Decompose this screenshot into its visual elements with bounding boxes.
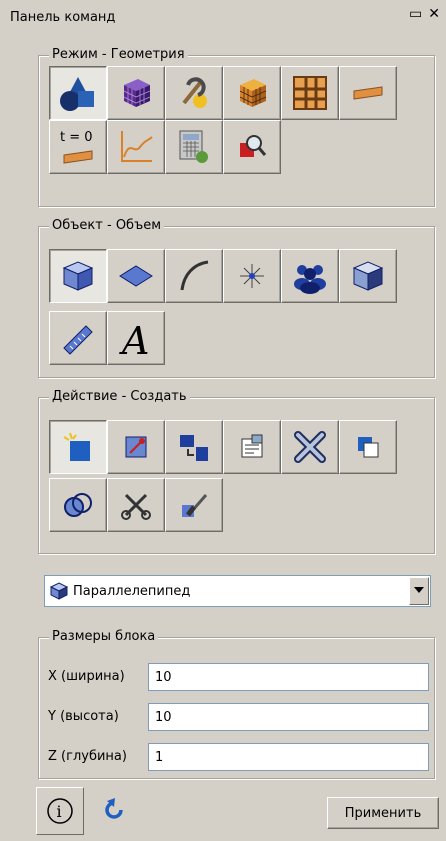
volume-button[interactable] <box>49 249 107 303</box>
modify-button[interactable] <box>107 420 165 474</box>
action-group-legend: Действие - Создать <box>49 389 190 404</box>
copy-icon <box>358 437 379 458</box>
geometry-shapes-icon <box>60 77 94 111</box>
object-group: Объект - Объем A <box>38 218 435 378</box>
measure-button[interactable] <box>49 311 107 365</box>
vertex-icon <box>240 264 264 288</box>
calculator-settings-icon <box>179 130 208 163</box>
text-a-icon: A <box>119 319 149 360</box>
time-zero-button[interactable]: t = 0 <box>49 120 107 174</box>
undo-arrow-icon <box>105 798 123 819</box>
cut-button[interactable] <box>107 478 165 532</box>
properties-button[interactable] <box>223 420 281 474</box>
panel-title: Панель команд <box>10 10 116 25</box>
close-icon[interactable]: ✕ <box>428 6 440 22</box>
box-icon <box>49 582 69 600</box>
geometry-mode-button[interactable] <box>49 66 107 120</box>
curve-button[interactable] <box>165 249 223 303</box>
block-dims-legend: Размеры блока <box>49 629 159 644</box>
zoom-inspect-icon <box>240 135 267 157</box>
boolean-button[interactable] <box>49 478 107 532</box>
copy-button[interactable] <box>339 420 397 474</box>
action-group: Действие - Создать <box>38 389 435 554</box>
dock-float-icon[interactable]: ▭ <box>409 6 422 22</box>
boolean-icon <box>64 493 92 517</box>
mode-group-legend: Режим - Геометрия <box>49 47 188 62</box>
delete-x-icon <box>294 431 326 463</box>
grid-frame-icon <box>293 76 327 110</box>
plot-button[interactable] <box>107 120 165 174</box>
text-button[interactable]: A <box>107 311 165 365</box>
volume-cube-icon <box>62 261 94 291</box>
chevron-down-icon <box>414 587 424 593</box>
mesh-mode-button[interactable] <box>107 66 165 120</box>
svg-text:A: A <box>119 319 149 360</box>
surface-button[interactable] <box>107 249 165 303</box>
y-height-label: Y (высота) <box>48 709 119 724</box>
plot-chart-icon <box>121 131 153 162</box>
properties-icon <box>241 434 263 458</box>
apply-button[interactable]: Применить <box>327 797 439 829</box>
cleanup-button[interactable] <box>165 478 223 532</box>
info-icon: i <box>47 798 73 824</box>
create-button[interactable] <box>49 420 107 474</box>
info-button[interactable]: i <box>36 787 84 835</box>
mesh-orange-mode-button[interactable] <box>223 66 281 120</box>
dropdown-arrow-button[interactable] <box>409 577 429 605</box>
calculator-button[interactable] <box>165 120 223 174</box>
time-zero-icon: t = 0 <box>60 130 93 164</box>
delete-button[interactable] <box>281 420 339 474</box>
orange-mesh-cube-icon <box>239 79 267 107</box>
surface-icon <box>119 265 153 287</box>
group-icon <box>294 265 326 294</box>
svg-text:t = 0: t = 0 <box>60 130 93 145</box>
object-group-legend: Объект - Объем <box>49 218 165 233</box>
shape-type-value: Параллелепипед <box>73 584 191 599</box>
curve-icon <box>180 260 209 291</box>
move-icon <box>180 435 208 461</box>
group-button[interactable] <box>281 249 339 303</box>
z-depth-label: Z (глубина) <box>48 749 127 764</box>
vertex-button[interactable] <box>223 249 281 303</box>
cleanup-brush-icon <box>182 494 208 517</box>
panel-titlebar: Панель команд ▭ ✕ <box>0 0 446 34</box>
z-depth-input[interactable] <box>148 743 429 771</box>
move-button[interactable] <box>165 420 223 474</box>
shaded-body-button[interactable] <box>339 249 397 303</box>
undo-button[interactable] <box>101 797 127 827</box>
material-plate-icon <box>353 86 383 100</box>
modify-icon <box>125 436 147 458</box>
inspect-button[interactable] <box>223 120 281 174</box>
svg-text:i: i <box>57 802 62 821</box>
shape-type-select[interactable]: Параллелепипед <box>44 575 431 607</box>
ruler-icon <box>63 325 93 355</box>
shaded-cube-icon <box>352 261 384 291</box>
mode-group: Режим - Геометрия t = 0 <box>38 47 435 207</box>
x-width-input[interactable] <box>148 663 429 691</box>
boundary-mode-button[interactable] <box>165 66 223 120</box>
mesh-cube-icon <box>123 79 151 107</box>
x-width-label: X (ширина) <box>48 669 125 684</box>
window-buttons: ▭ ✕ <box>403 6 440 22</box>
cut-scissors-icon <box>121 493 151 520</box>
y-height-input[interactable] <box>148 703 429 731</box>
boundary-conditions-icon <box>182 77 207 108</box>
material-mode-button[interactable] <box>339 66 397 120</box>
grid-mode-button[interactable] <box>281 66 339 120</box>
create-icon <box>63 432 90 461</box>
